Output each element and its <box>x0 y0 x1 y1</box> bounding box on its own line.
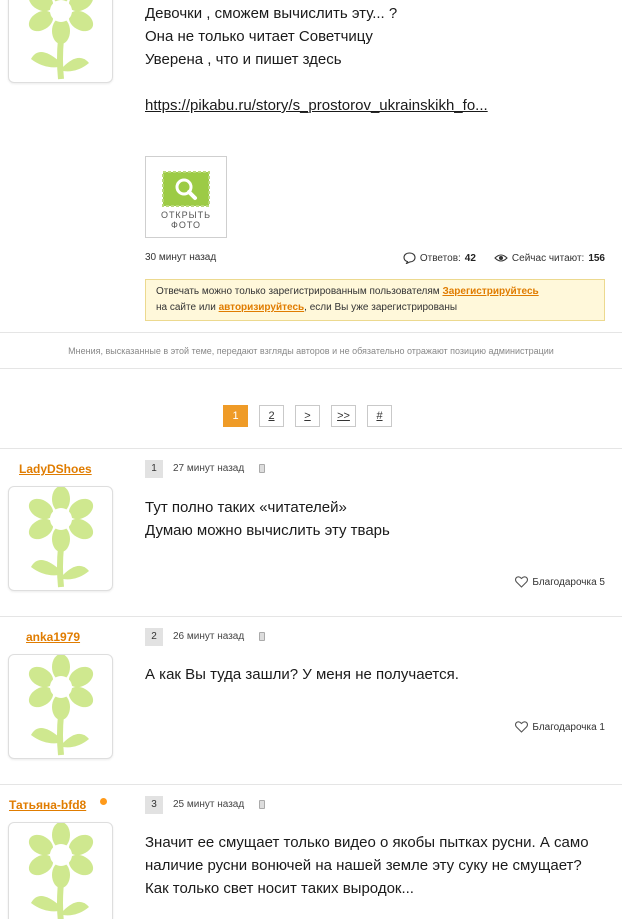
register-link[interactable]: Зарегистрируйтесь <box>442 286 538 297</box>
flower-avatar-icon <box>9 655 113 759</box>
comment-number[interactable]: 3 <box>145 796 163 814</box>
comment-avatar[interactable] <box>8 654 113 759</box>
comment-author[interactable]: Татьяна-bfd8 <box>9 798 86 812</box>
comment-body: Тут полно таких «читателей» Думаю можно … <box>145 496 390 542</box>
comment-body: Значит ее смущает только видео о якобы п… <box>145 831 589 900</box>
comment-author[interactable]: anka1979 <box>26 630 80 644</box>
post-line: Девочки , сможем вычислить эту... ? <box>145 5 398 22</box>
comment-line: Думаю можно вычислить эту тварь <box>145 522 390 539</box>
replies-label: Ответов: <box>419 252 461 264</box>
magnifier-icon <box>162 171 210 207</box>
divider <box>0 616 622 617</box>
last-page-button[interactable]: >> <box>331 405 356 427</box>
flower-avatar-icon <box>9 823 113 919</box>
comment-author[interactable]: LadyDShoes <box>19 462 92 476</box>
notice-text: Отвечать можно только зарегистрированным… <box>156 286 443 297</box>
speech-bubble-icon <box>403 252 416 264</box>
comment-line: Значит ее смущает только видео о якобы п… <box>145 834 589 851</box>
comment-avatar[interactable] <box>8 822 113 919</box>
thanks-button[interactable]: Благодарочка 5 <box>515 576 605 588</box>
page-1-button[interactable]: 1 <box>223 405 248 427</box>
comment-time: 25 минут назад <box>173 799 245 810</box>
readers-count: 156 <box>588 252 605 264</box>
readers-label: Сейчас читают: <box>511 252 585 264</box>
comment-line: наличие русни вонючей на нашей земле эту… <box>145 857 582 874</box>
divider <box>0 368 622 369</box>
comment-line: Тут полно таких «читателей» <box>145 499 347 516</box>
thanks-label: Благодарочка 1 <box>532 721 605 733</box>
post-link[interactable]: https://pikabu.ru/story/s_prostorov_ukra… <box>145 97 488 114</box>
mobile-icon <box>259 800 265 809</box>
post-time: 30 минут назад <box>145 252 217 263</box>
comment-body: А как Вы туда зашли? У меня не получаетс… <box>145 663 459 686</box>
open-photo-button[interactable]: ОТКРЫТЬ ФОТО <box>145 156 227 238</box>
pagination: 1 2 > >> # <box>223 405 392 427</box>
replies-count: 42 <box>464 252 476 264</box>
divider <box>0 448 622 449</box>
divider <box>0 784 622 785</box>
comment-number[interactable]: 2 <box>145 628 163 646</box>
page-2-button[interactable]: 2 <box>259 405 284 427</box>
comment-number[interactable]: 1 <box>145 460 163 478</box>
comment-line: А как Вы туда зашли? У меня не получаетс… <box>145 666 459 683</box>
comment-avatar[interactable] <box>8 486 113 591</box>
notice-text: на сайте или <box>156 302 219 313</box>
photo-caption: ОТКРЫТЬ ФОТО <box>160 210 212 230</box>
registration-notice: Отвечать можно только зарегистрированным… <box>145 279 605 321</box>
author-avatar[interactable] <box>8 0 113 83</box>
flower-avatar-icon <box>9 0 113 83</box>
eye-icon <box>494 254 508 262</box>
mobile-icon <box>259 464 265 473</box>
notice-text: , если Вы уже зарегистрированы <box>304 302 458 313</box>
thanks-label: Благодарочка 5 <box>532 576 605 588</box>
post-line: Она не только читает Советчицу <box>145 28 373 45</box>
flower-avatar-icon <box>9 487 113 591</box>
heart-icon <box>515 576 529 588</box>
mobile-icon <box>259 632 265 641</box>
comment-time: 27 минут назад <box>173 463 245 474</box>
online-status-dot <box>100 798 107 805</box>
next-page-button[interactable]: > <box>295 405 320 427</box>
disclaimer: Мнения, высказанные в этой теме, передаю… <box>68 346 554 356</box>
page-jump-button[interactable]: # <box>367 405 392 427</box>
comment-time: 26 минут назад <box>173 631 245 642</box>
post-stats: Ответов: 42 Сейчас читают: 156 <box>403 252 605 264</box>
comment-line: Как только свет носит таких выродок... <box>145 880 414 897</box>
post-body: Девочки , сможем вычислить эту... ? Она … <box>145 2 488 117</box>
post-line: Уверена , что и пишет здесь <box>145 51 342 68</box>
thanks-button[interactable]: Благодарочка 1 <box>515 721 605 733</box>
heart-icon <box>515 721 529 733</box>
divider <box>0 332 622 333</box>
login-link[interactable]: авторизируйтесь <box>219 302 305 313</box>
